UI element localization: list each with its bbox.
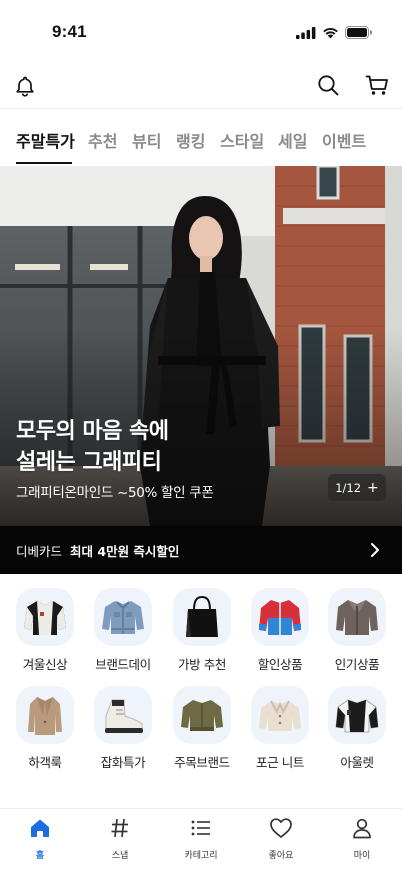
category-bag-picks[interactable]: 가방 추천 bbox=[163, 588, 241, 673]
category-goods-sale[interactable]: 잡화특가 bbox=[84, 686, 162, 771]
denim-jacket-icon bbox=[94, 588, 152, 646]
blazer-icon bbox=[16, 686, 74, 744]
nav-snap-label: 스냅 bbox=[111, 851, 129, 861]
battery-icon bbox=[345, 26, 372, 39]
padded-jacket-icon bbox=[251, 588, 309, 646]
category-label: 브랜드데이 bbox=[95, 657, 151, 672]
category-label: 잡화특가 bbox=[100, 755, 146, 770]
nav-snap[interactable]: 스냅 bbox=[90, 815, 150, 861]
tote-bag-icon bbox=[173, 588, 231, 646]
hero-title-line1: 모두의 마음 속에 bbox=[16, 419, 169, 444]
nav-category[interactable]: 카테고리 bbox=[171, 815, 231, 861]
promo-card-brand: 디베카드 bbox=[16, 543, 63, 559]
category-popular[interactable]: 인기상품 bbox=[318, 588, 396, 673]
status-bar: 9:41 bbox=[0, 0, 402, 62]
chevron-right-icon bbox=[371, 543, 379, 557]
hero-title-line2: 설레는 그래피티 bbox=[16, 450, 162, 475]
tab-weekend-sale[interactable]: 주말특가 bbox=[16, 128, 75, 152]
status-time: 9:41 bbox=[52, 22, 87, 41]
app-header bbox=[0, 66, 402, 108]
category-label: 주목브랜드 bbox=[174, 755, 230, 770]
bell-icon[interactable] bbox=[14, 75, 36, 97]
category-brand-day[interactable]: 브랜드데이 bbox=[84, 588, 162, 673]
category-tabs: 주말특가 추천 뷰티 랭킹 스타일 세일 이벤트 bbox=[0, 118, 402, 164]
knit-cardigan-icon bbox=[251, 686, 309, 744]
tab-style[interactable]: 스타일 bbox=[220, 128, 264, 152]
category-winter-new[interactable]: 겨울신상 bbox=[6, 588, 84, 673]
banner-pager-count: 1/12 bbox=[335, 480, 362, 495]
category-label: 할인상품 bbox=[257, 657, 303, 672]
nav-likes[interactable]: 좋아요 bbox=[251, 815, 311, 861]
nav-home-label: 홈 bbox=[35, 851, 45, 861]
category-label: 인기상품 bbox=[334, 657, 380, 672]
tab-sale[interactable]: 세일 bbox=[278, 128, 307, 152]
tab-event[interactable]: 이벤트 bbox=[322, 128, 366, 152]
hashtag-icon bbox=[111, 818, 128, 838]
category-label: 아울렛 bbox=[340, 755, 374, 770]
plus-icon: + bbox=[367, 479, 379, 496]
bomber-jacket-icon bbox=[173, 686, 231, 744]
nav-my[interactable]: 마이 bbox=[332, 815, 392, 861]
hero-subtitle: 그래피티온마인드 ~50% 할인 쿠폰 bbox=[16, 485, 214, 501]
header-divider bbox=[0, 108, 402, 109]
category-outlet[interactable]: 아울렛 bbox=[318, 686, 396, 771]
varsity-jacket-icon bbox=[16, 588, 74, 646]
tab-ranking[interactable]: 랭킹 bbox=[176, 128, 205, 152]
cart-icon[interactable] bbox=[365, 74, 389, 96]
status-icons bbox=[296, 26, 372, 39]
sneaker-icon bbox=[94, 686, 152, 744]
category-discounts[interactable]: 할인상품 bbox=[241, 588, 319, 673]
list-icon bbox=[191, 820, 210, 836]
outlet-varsity-jacket-icon bbox=[328, 686, 386, 744]
home-icon bbox=[31, 819, 49, 837]
signal-icon bbox=[296, 26, 316, 39]
person-icon bbox=[353, 818, 371, 839]
nav-home[interactable]: 홈 bbox=[10, 815, 70, 861]
leather-jacket-icon bbox=[328, 588, 386, 646]
nav-my-label: 마이 bbox=[353, 851, 371, 861]
category-label: 포근 니트 bbox=[256, 755, 304, 770]
nav-category-label: 카테고리 bbox=[184, 851, 218, 861]
search-icon[interactable] bbox=[317, 74, 339, 96]
hero-banner[interactable]: 모두의 마음 속에 설레는 그래피티 그래피티온마인드 ~50% 할인 쿠폰 1… bbox=[0, 166, 402, 526]
card-promo-bar[interactable]: 디베카드 최대 4만원 즉시할인 bbox=[0, 526, 402, 574]
category-label: 가방 추천 bbox=[178, 657, 226, 672]
tab-beauty[interactable]: 뷰티 bbox=[132, 128, 161, 152]
active-tab-indicator bbox=[16, 162, 72, 164]
category-wedding-guest[interactable]: 하객룩 bbox=[6, 686, 84, 771]
wifi-icon bbox=[323, 27, 338, 38]
tab-recommend[interactable]: 추천 bbox=[88, 128, 117, 152]
bottom-nav: 홈 스냅 카테고리 좋아요 마이 bbox=[0, 808, 402, 874]
hero-title: 모두의 마음 속에 설레는 그래피티 bbox=[16, 416, 169, 478]
promo-offer-text: 최대 4만원 즉시할인 bbox=[70, 543, 180, 559]
banner-pager[interactable]: 1/12 + bbox=[328, 474, 386, 501]
category-label: 하객룩 bbox=[28, 755, 62, 770]
category-cozy-knit[interactable]: 포근 니트 bbox=[241, 686, 319, 771]
nav-likes-label: 좋아요 bbox=[268, 851, 294, 861]
heart-icon bbox=[270, 818, 292, 838]
category-featured-brand[interactable]: 주목브랜드 bbox=[163, 686, 241, 771]
category-label: 겨울신상 bbox=[22, 657, 68, 672]
